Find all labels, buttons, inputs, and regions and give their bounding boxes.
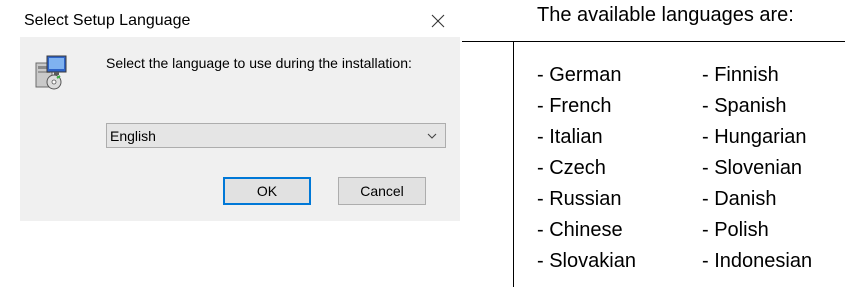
language-item: - Hungarian: [702, 126, 807, 148]
ok-button[interactable]: OK: [223, 177, 311, 205]
languages-heading: The available languages are:: [537, 4, 794, 26]
language-select[interactable]: English: [106, 123, 446, 148]
languages-right-column: - Finnish - Spanish - Hungarian - Sloven…: [702, 60, 812, 277]
language-item: - Finnish: [702, 64, 779, 86]
language-item: - Slovakian: [537, 250, 636, 272]
chevron-down-icon: [427, 133, 437, 139]
language-prompt: Select the language to use during the in…: [106, 55, 412, 71]
language-item: - Indonesian: [702, 250, 813, 272]
languages-left-column: - German - French - Italian - Czech - Ru…: [537, 60, 636, 277]
language-item: - Italian: [537, 126, 603, 148]
selected-language: English: [110, 128, 156, 144]
cancel-button[interactable]: Cancel: [338, 177, 426, 205]
language-item: - Slovenian: [702, 157, 803, 179]
language-item: - Chinese: [537, 219, 623, 241]
language-item: - French: [537, 95, 612, 117]
vertical-divider: [513, 41, 514, 287]
close-icon: [431, 14, 445, 28]
dialog-title: Select Setup Language: [24, 12, 191, 29]
language-item: - Danish: [702, 188, 777, 210]
language-item: - Polish: [702, 219, 769, 241]
close-button[interactable]: [424, 8, 452, 34]
select-language-dialog: Select Setup Language Select the languag…: [20, 5, 460, 221]
language-item: - Russian: [537, 188, 622, 210]
setup-installer-icon: [35, 55, 67, 90]
page: Select Setup Language Select the languag…: [0, 0, 845, 287]
horizontal-divider: [462, 41, 845, 42]
dialog-titlebar: Select Setup Language: [20, 5, 460, 37]
language-item: - German: [537, 64, 622, 86]
language-item: - Czech: [537, 157, 606, 179]
language-item: - Spanish: [702, 95, 787, 117]
